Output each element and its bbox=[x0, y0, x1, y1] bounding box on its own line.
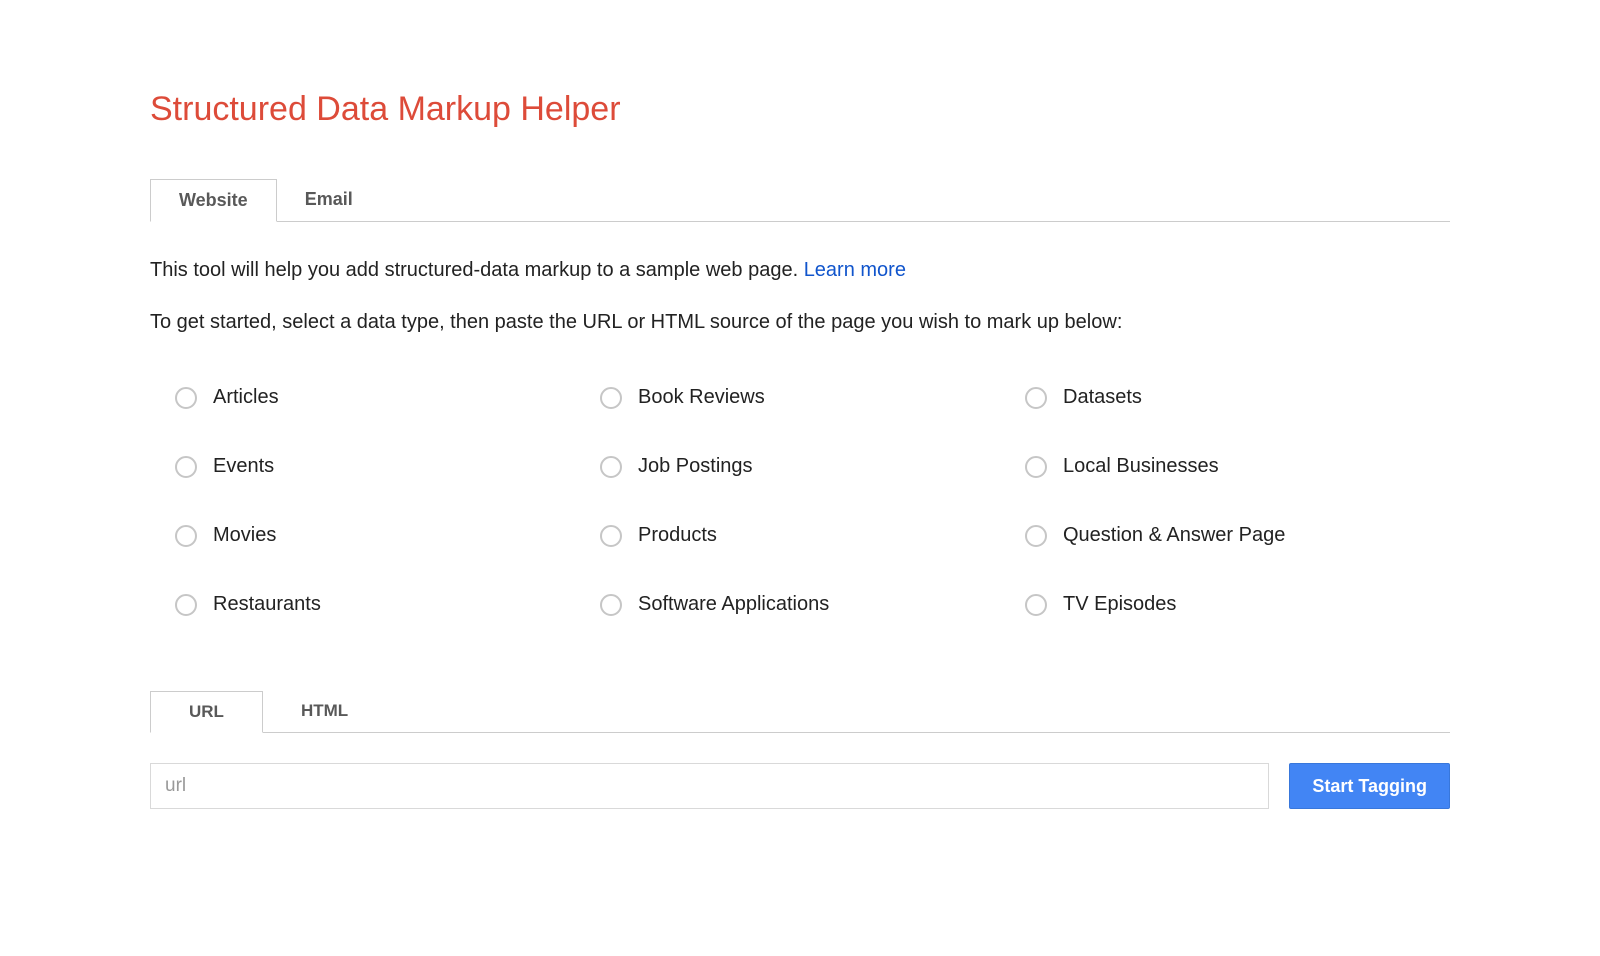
radio-qa-page[interactable]: Question & Answer Page bbox=[1025, 524, 1450, 547]
radio-label: TV Episodes bbox=[1063, 593, 1176, 616]
learn-more-link[interactable]: Learn more bbox=[804, 259, 906, 281]
radio-job-postings[interactable]: Job Postings bbox=[600, 455, 1025, 478]
radio-icon bbox=[175, 387, 197, 409]
data-type-options: Articles Book Reviews Datasets Events Jo… bbox=[150, 386, 1450, 616]
radio-icon bbox=[1025, 525, 1047, 547]
radio-icon bbox=[1025, 594, 1047, 616]
url-input[interactable] bbox=[150, 763, 1269, 809]
radio-icon bbox=[175, 525, 197, 547]
tab-email[interactable]: Email bbox=[277, 179, 381, 221]
radio-movies[interactable]: Movies bbox=[175, 524, 600, 547]
main-tabs: Website Email bbox=[150, 179, 1450, 222]
radio-label: Question & Answer Page bbox=[1063, 524, 1285, 547]
radio-icon bbox=[600, 594, 622, 616]
radio-icon bbox=[175, 456, 197, 478]
radio-label: Local Businesses bbox=[1063, 455, 1219, 478]
radio-icon bbox=[175, 594, 197, 616]
radio-label: Restaurants bbox=[213, 593, 321, 616]
instruction-text: To get started, select a data type, then… bbox=[150, 311, 1450, 334]
radio-book-reviews[interactable]: Book Reviews bbox=[600, 386, 1025, 409]
radio-software-apps[interactable]: Software Applications bbox=[600, 593, 1025, 616]
radio-label: Articles bbox=[213, 386, 279, 409]
radio-datasets[interactable]: Datasets bbox=[1025, 386, 1450, 409]
radio-icon bbox=[600, 525, 622, 547]
radio-products[interactable]: Products bbox=[600, 524, 1025, 547]
intro-text: This tool will help you add structured-d… bbox=[150, 259, 804, 281]
page-title: Structured Data Markup Helper bbox=[150, 90, 1450, 129]
radio-icon bbox=[1025, 387, 1047, 409]
input-mode-tabs: URL HTML bbox=[150, 691, 1450, 733]
radio-label: Products bbox=[638, 524, 717, 547]
radio-tv-episodes[interactable]: TV Episodes bbox=[1025, 593, 1450, 616]
radio-label: Movies bbox=[213, 524, 276, 547]
radio-articles[interactable]: Articles bbox=[175, 386, 600, 409]
radio-local-businesses[interactable]: Local Businesses bbox=[1025, 455, 1450, 478]
tab-website[interactable]: Website bbox=[150, 179, 277, 222]
radio-icon bbox=[600, 456, 622, 478]
input-tab-html[interactable]: HTML bbox=[263, 691, 386, 732]
radio-label: Software Applications bbox=[638, 593, 829, 616]
radio-label: Datasets bbox=[1063, 386, 1142, 409]
radio-events[interactable]: Events bbox=[175, 455, 600, 478]
radio-label: Events bbox=[213, 455, 274, 478]
radio-icon bbox=[600, 387, 622, 409]
radio-label: Job Postings bbox=[638, 455, 753, 478]
radio-restaurants[interactable]: Restaurants bbox=[175, 593, 600, 616]
radio-icon bbox=[1025, 456, 1047, 478]
input-tab-url[interactable]: URL bbox=[150, 691, 263, 733]
radio-label: Book Reviews bbox=[638, 386, 765, 409]
start-tagging-button[interactable]: Start Tagging bbox=[1289, 763, 1450, 809]
input-row: Start Tagging bbox=[150, 763, 1450, 809]
intro-paragraph: This tool will help you add structured-d… bbox=[150, 257, 1450, 283]
